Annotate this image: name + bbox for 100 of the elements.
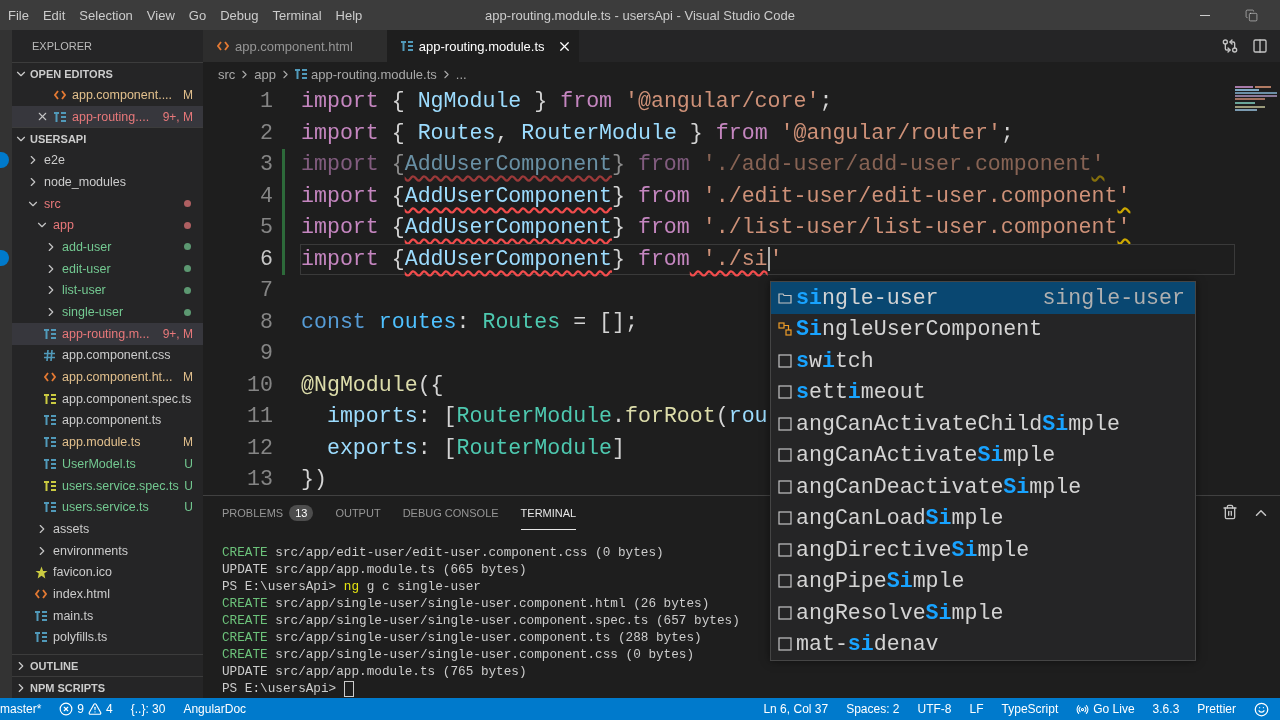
explorer-entry[interactable]: favicon.ico [12, 561, 203, 584]
folder-item[interactable]: e2e [12, 149, 203, 172]
folder-item[interactable]: src [12, 192, 203, 215]
explorer-entry[interactable]: app.component.ts [12, 409, 203, 432]
menu-item[interactable]: Debug [213, 7, 266, 23]
status-item[interactable]: Prettier [1188, 702, 1245, 716]
open-editor-item[interactable]: app.component.... M [12, 84, 203, 106]
section-header[interactable]: OUTLINE [12, 654, 203, 676]
explorer-entry[interactable]: UserModel.ts U [12, 453, 203, 475]
status-item[interactable]: UTF-8 [908, 702, 961, 716]
suggestion-item[interactable]: angCanLoadSimple [771, 502, 1195, 534]
menu-item[interactable]: Help [328, 7, 370, 23]
terminal-line: PS E:\usersApi> ng g c single-user [222, 578, 481, 595]
panel-tab[interactable]: PROBLEMS 13 [222, 496, 314, 530]
suggestion-item[interactable]: switch [771, 345, 1195, 377]
class-icon [778, 322, 792, 337]
code-line: imports: [RouterModule.forRoot(rou [325, 403, 769, 430]
menu-item[interactable]: View [139, 7, 182, 23]
explorer-entry[interactable]: users.service.spec.ts U [12, 474, 203, 497]
open-editor-item[interactable]: app-routing.... 9+, M [12, 105, 203, 128]
window-title: app-routing.module.ts - usersApi - Visual Studio Code [485, 7, 795, 23]
explorer-entry[interactable]: app.module.ts M [12, 431, 203, 453]
typescript-file-icon [44, 502, 56, 513]
code-line: @NgModule({ [300, 371, 445, 399]
compare-icon[interactable] [1222, 38, 1238, 54]
smiley-icon [1254, 701, 1269, 717]
suggestion-item[interactable]: angDirectiveSimple [771, 534, 1195, 566]
menu-item[interactable]: Terminal [265, 7, 329, 23]
suggestion-item[interactable]: single-user single-user [771, 282, 1195, 314]
line-number: 10 [246, 371, 273, 399]
suggestion-item[interactable]: angCanDeactivateSimple [771, 471, 1195, 503]
section-header[interactable]: OPEN EDITORS [12, 62, 203, 84]
suggestion-item[interactable]: angResolveSimple [771, 597, 1195, 629]
code-line: import { Routes, RouterModule } from '@angular/router'; [300, 119, 1015, 147]
terminal-line: CREATE src/app/single-user/single-user.component.html (26 bytes) [222, 595, 710, 612]
warning-icon [88, 702, 103, 716]
split-editor-icon[interactable] [1252, 38, 1268, 54]
explorer-entry[interactable]: app.component.spec.ts [12, 387, 203, 410]
code-brackets-icon [54, 89, 66, 100]
editor-tab[interactable]: app.component.html [203, 30, 387, 62]
suggestion-item[interactable]: mat-sidenav [771, 628, 1195, 660]
terminal-line: UPDATE src/app/app.module.ts (665 bytes) [222, 561, 527, 578]
extension-status[interactable]: AngularDoc [174, 702, 256, 716]
folder-item[interactable]: list-user [12, 279, 203, 302]
line-number: 7 [259, 277, 273, 304]
breadcrumb-item[interactable]: ... [455, 66, 467, 82]
folder-item[interactable]: add-user [12, 236, 203, 258]
line-number: 8 [259, 308, 273, 336]
folder-item[interactable]: edit-user [12, 257, 203, 280]
status-item[interactable]: TypeScript [992, 702, 1068, 716]
typescript-file-icon [35, 632, 47, 643]
status-item[interactable]: Spaces: 2 [837, 702, 909, 716]
suggestion-item[interactable]: angCanActivateChildSimple [771, 408, 1195, 440]
square-icon [778, 479, 792, 494]
status-item[interactable]: 3.6.3 [1143, 702, 1189, 716]
folder-item[interactable]: assets [12, 518, 203, 540]
explorer-entry[interactable]: app-routing.m... 9+, M [12, 322, 203, 345]
explorer-entry[interactable]: users.service.ts U [12, 496, 203, 519]
explorer-entry[interactable]: main.ts [12, 604, 203, 627]
explorer-entry[interactable]: app.component.ht... M [12, 366, 203, 388]
code-line: import { NgModule } from '@angular/core'; [300, 88, 834, 115]
menu-item[interactable]: Edit [35, 7, 73, 23]
explorer-entry[interactable]: polyfills.ts [12, 626, 203, 649]
explorer-entry[interactable]: app.component.css [12, 344, 203, 367]
minimap-drawing [1235, 86, 1277, 112]
code-line: import {AddUserComponent} from './add-user/add-user.component' [300, 151, 1106, 178]
breadcrumb-item[interactable]: src [218, 66, 236, 82]
code-brackets-icon [217, 41, 229, 51]
problems-status[interactable]: 9 4 [50, 702, 122, 716]
go-live-status[interactable]: Go Live [1067, 702, 1144, 716]
star-icon [35, 565, 48, 579]
trash-icon[interactable] [1222, 504, 1238, 520]
menu-item[interactable]: Selection [72, 7, 140, 23]
code-line: }) [300, 466, 328, 493]
folder-item[interactable]: single-user [12, 301, 203, 323]
symbols-status[interactable]: {..}: 30 [121, 702, 175, 716]
suggestion-item[interactable]: angPipeSimple [771, 565, 1195, 597]
suggestion-item[interactable]: angCanActivateSimple [771, 439, 1195, 471]
square-icon [778, 542, 792, 557]
square-icon [778, 605, 792, 620]
section-header[interactable]: USERSAPI [12, 127, 203, 150]
folder-item[interactable]: environments [12, 539, 203, 562]
panel-tab[interactable]: TERMINAL [520, 496, 577, 530]
editor-tab[interactable]: app-routing.module.ts [386, 30, 579, 62]
menu-item[interactable]: Go [181, 7, 214, 23]
panel-tab[interactable]: OUTPUT [335, 496, 381, 530]
status-item[interactable]: LF [960, 702, 993, 716]
suggestion-item[interactable]: SingleUserComponent [771, 313, 1195, 345]
panel-tab[interactable]: DEBUG CONSOLE [402, 496, 499, 530]
suggestion-item[interactable]: settimeout [771, 376, 1195, 408]
folder-item[interactable]: node_modules [12, 171, 203, 193]
terminal-line: PS E:\usersApi> [222, 680, 354, 697]
menu-item[interactable]: File [1, 7, 36, 23]
folder-item[interactable]: app [12, 214, 203, 237]
error-icon [59, 702, 74, 716]
status-item[interactable]: Ln 6, Col 37 [754, 702, 838, 716]
breadcrumb-item[interactable]: app-routing.module.ts [295, 66, 437, 82]
explorer-entry[interactable]: index.html [12, 583, 203, 605]
breadcrumb-item[interactable]: app [254, 66, 277, 82]
branch-status[interactable]: master* [0, 702, 51, 716]
